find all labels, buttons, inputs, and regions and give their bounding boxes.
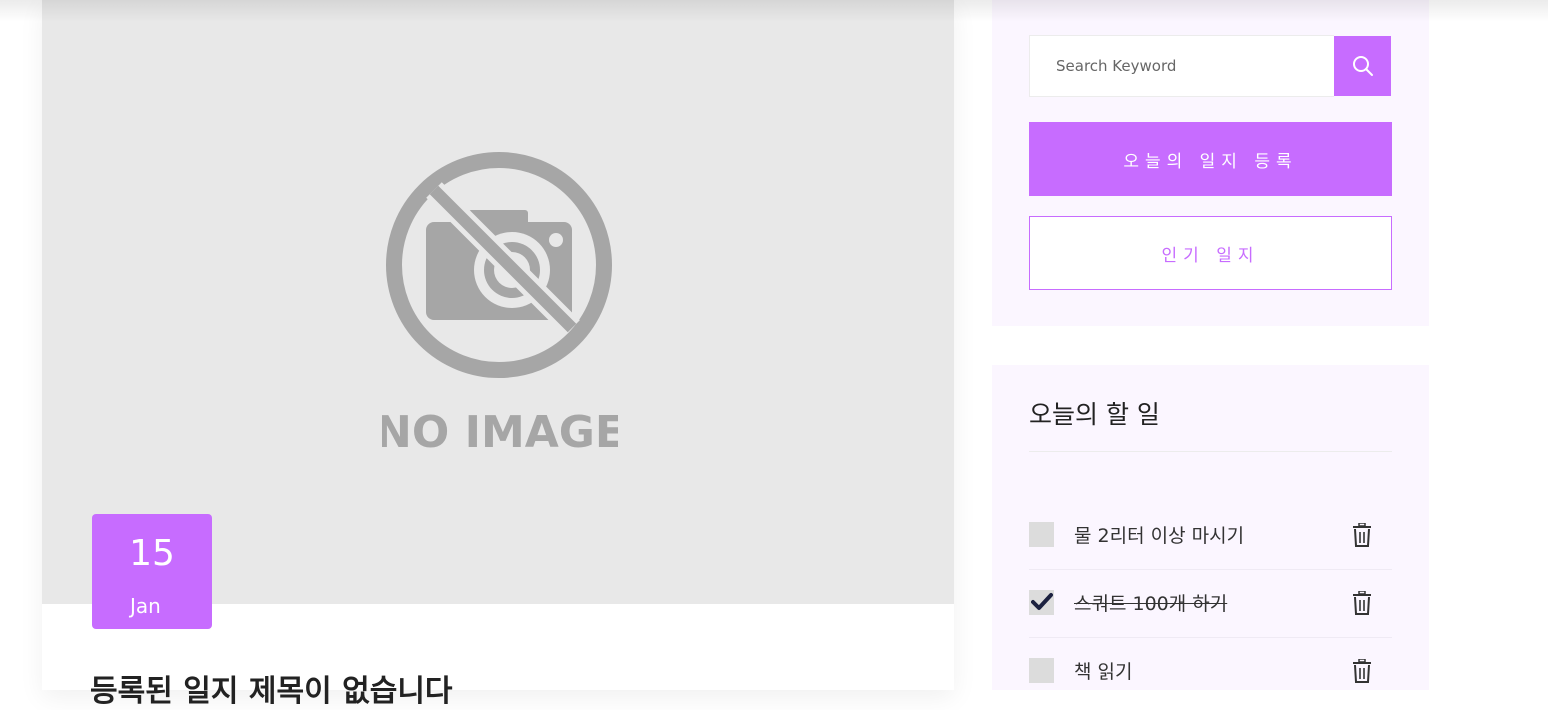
todo-checkbox[interactable]: [1029, 658, 1054, 683]
todo-label: 스쿼트 100개 하기: [1074, 593, 1228, 615]
todo-item: 책 읽기: [1029, 638, 1392, 706]
todo-widget: 오늘의 할 일 물 2리터 이상 마시기 스쿼트 100개 하기 책 읽기: [992, 365, 1429, 690]
sidebar-actions-widget: 오늘의 일지 등록 인기 일지: [992, 0, 1429, 326]
search-icon: [1352, 56, 1373, 76]
divider: [1029, 451, 1392, 452]
todo-title: 오늘의 할 일: [1029, 400, 1160, 429]
post-title[interactable]: 등록된 일지 제목이 없습니다: [90, 674, 453, 710]
register-journal-button[interactable]: 오늘의 일지 등록: [1029, 122, 1392, 196]
date-badge: 15 Jan: [92, 514, 212, 629]
todo-item: 물 2리터 이상 마시기: [1029, 502, 1392, 570]
trash-icon[interactable]: [1352, 590, 1372, 615]
search-input[interactable]: [1030, 36, 1334, 96]
popular-journal-button[interactable]: 인기 일지: [1029, 216, 1392, 290]
trash-icon[interactable]: [1352, 658, 1372, 683]
trash-icon[interactable]: [1352, 522, 1372, 547]
todo-checkbox[interactable]: [1029, 522, 1054, 547]
no-image-text: NO IMAGE: [382, 407, 618, 458]
todo-label: 물 2리터 이상 마시기: [1074, 525, 1245, 547]
search-box: [1029, 35, 1334, 97]
checkmark-icon: [1031, 593, 1053, 610]
date-month: Jan: [130, 594, 161, 618]
todo-label: 책 읽기: [1074, 661, 1133, 683]
search-button[interactable]: [1334, 36, 1391, 96]
no-image-placeholder: NO IMAGE: [382, 152, 618, 458]
date-day: 15: [129, 533, 175, 574]
post-card: NO IMAGE 15 Jan 등록된 일지 제목이 없습니다: [42, 0, 954, 709]
todo-checkbox-checked[interactable]: [1029, 590, 1054, 615]
todo-item: 스쿼트 100개 하기: [1029, 570, 1392, 638]
